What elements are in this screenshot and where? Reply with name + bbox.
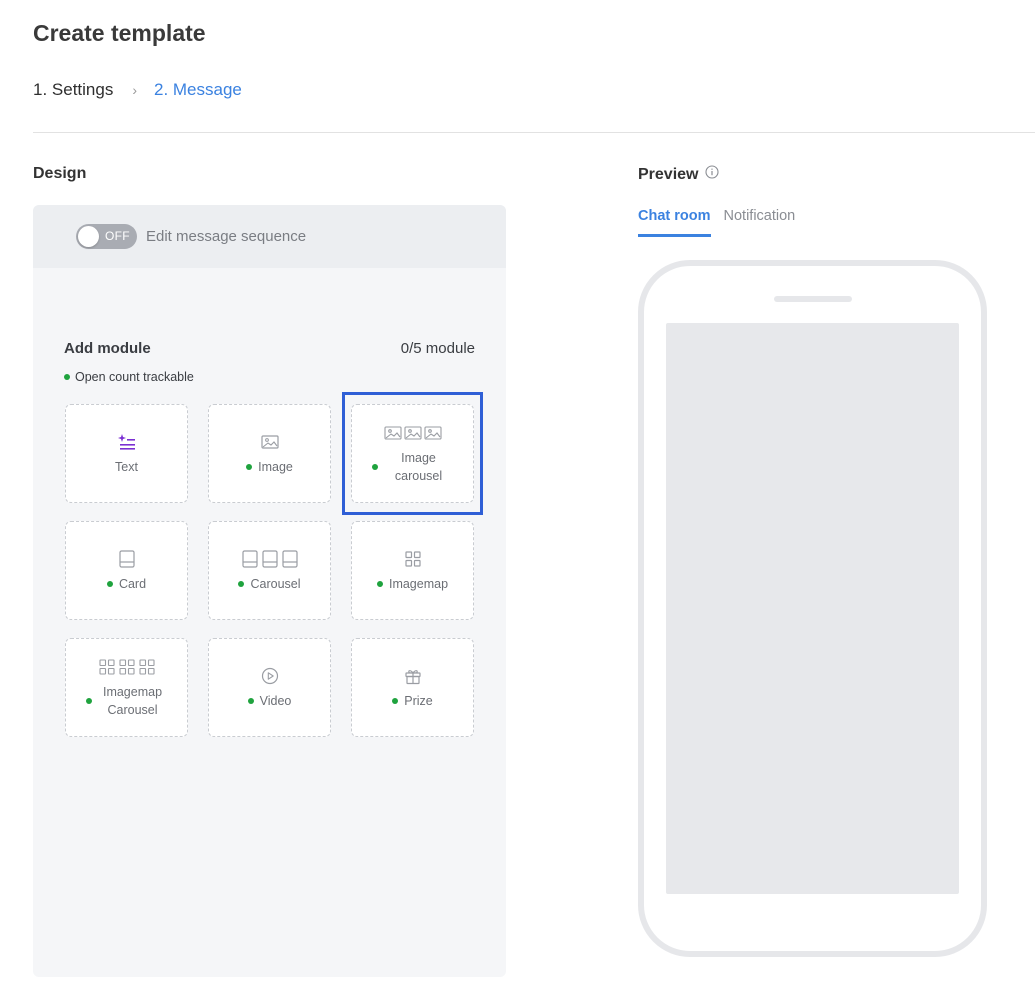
module-label: Imagemap Carousel (102, 684, 163, 717)
module-tile-prize[interactable]: Prize (351, 638, 474, 737)
trackable-dot-icon (392, 697, 399, 704)
imagemap-icon (404, 549, 421, 569)
info-icon[interactable] (705, 165, 720, 184)
module-tile-imagemap-carousel[interactable]: Imagemap Carousel (65, 638, 188, 737)
phone-speaker (774, 296, 852, 302)
trackable-dot-icon (246, 463, 253, 470)
sequence-label: Edit message sequence (146, 228, 307, 245)
page-title: Create template (33, 20, 206, 46)
header-divider (33, 132, 1035, 133)
phone-preview-frame (638, 260, 987, 957)
trackable-dot-icon (247, 697, 254, 704)
step-settings[interactable]: 1. Settings (33, 80, 113, 100)
trackable-dot-icon (376, 580, 383, 587)
stepper: 1. Settings › 2. Message (33, 80, 242, 100)
preview-title-label: Preview (638, 165, 699, 183)
module-tile-imagemap[interactable]: Imagemap (351, 521, 474, 620)
step-separator-icon: › (132, 82, 137, 98)
add-module-header: Add module 0/5 module (64, 340, 475, 357)
add-module-title: Add module (64, 340, 151, 357)
module-tile-text[interactable]: Text (65, 404, 188, 503)
legend-label: Open count trackable (75, 370, 194, 384)
module-tile-image[interactable]: Image (208, 404, 331, 503)
trackable-legend: Open count trackable (64, 370, 194, 384)
trackable-dot-icon (64, 374, 70, 380)
preview-title: Preview (638, 165, 720, 184)
sequence-bar: OFF Edit message sequence (33, 205, 506, 268)
module-label: Text (115, 459, 138, 474)
trackable-dot-icon (85, 697, 92, 704)
phone-screen (666, 323, 959, 894)
module-label: Prize (404, 693, 433, 708)
text-icon (117, 432, 137, 452)
module-label: Imagemap (388, 576, 449, 591)
module-grid: Text Image Image carousel Card Carousel … (65, 404, 474, 737)
module-label: Card (118, 576, 147, 591)
module-tile-card[interactable]: Card (65, 521, 188, 620)
module-label: Carousel (250, 576, 301, 591)
toggle-state: OFF (105, 229, 130, 243)
step-message[interactable]: 2. Message (154, 80, 242, 100)
toggle-knob (78, 226, 99, 247)
trackable-dot-icon (371, 463, 378, 470)
preview-tabs: Chat room Notification (638, 208, 795, 237)
trackable-dot-icon (106, 580, 113, 587)
design-title: Design (33, 165, 87, 182)
design-panel: OFF Edit message sequence Add module 0/5… (33, 205, 506, 977)
module-tile-video[interactable]: Video (208, 638, 331, 737)
tab-notification[interactable]: Notification (724, 208, 796, 237)
module-count: 0/5 module (400, 340, 475, 357)
module-label: Image (258, 459, 293, 474)
module-label: Video (259, 693, 292, 708)
trackable-dot-icon (238, 580, 245, 587)
card-icon (118, 549, 135, 569)
tab-chat-room[interactable]: Chat room (638, 208, 711, 237)
carousel-icon (241, 549, 298, 569)
prize-icon (404, 666, 422, 686)
sequence-toggle[interactable]: OFF (76, 224, 137, 249)
image-carousel-icon (383, 423, 442, 443)
video-icon (261, 666, 279, 686)
module-tile-carousel[interactable]: Carousel (208, 521, 331, 620)
module-tile-image-carousel[interactable]: Image carousel (351, 404, 474, 503)
module-label: Image carousel (394, 450, 443, 483)
image-icon (260, 432, 279, 452)
imagemap-carousel-icon (98, 657, 155, 677)
